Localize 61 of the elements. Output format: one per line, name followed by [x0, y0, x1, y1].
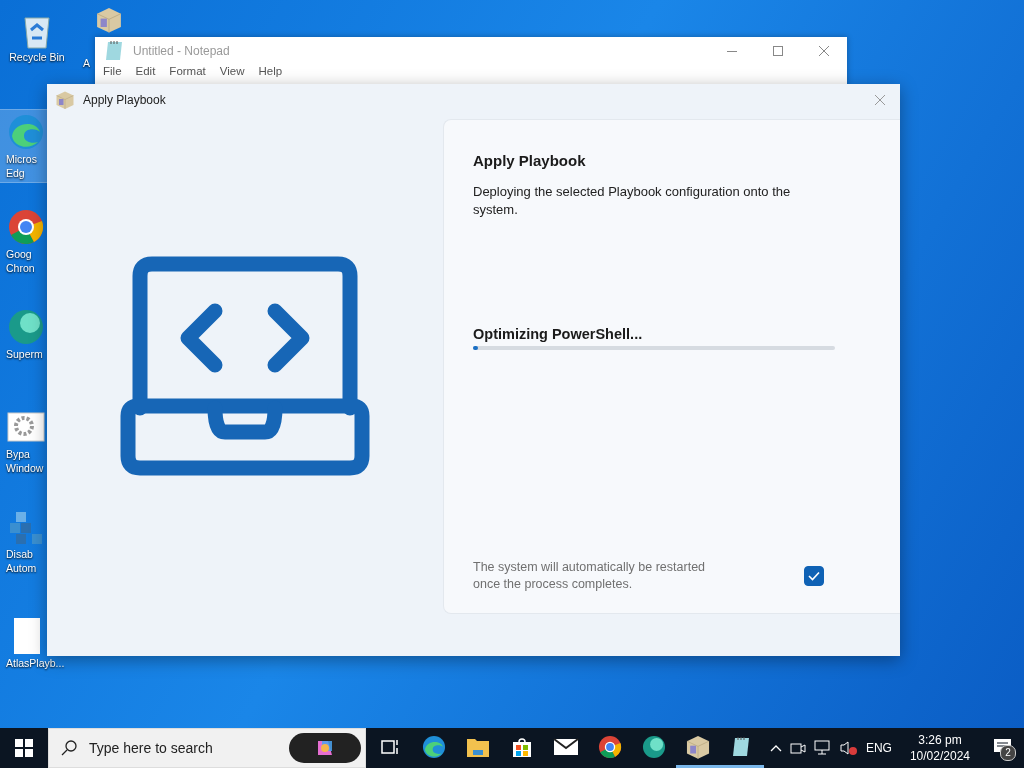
orb-icon [641, 733, 667, 760]
cube-icon [55, 90, 75, 110]
desktop-icon[interactable]: AtlasPlayb... [0, 614, 74, 672]
network-icon[interactable] [813, 740, 832, 756]
desktop-icon[interactable]: Bypa Window [0, 405, 74, 477]
close-icon [819, 46, 829, 56]
time-text: 3:26 pm [918, 732, 962, 748]
menu-item[interactable]: Edit [135, 65, 156, 77]
heading: Apply Playbook [473, 152, 587, 169]
maximize-icon [773, 46, 783, 56]
checkmark-icon [808, 571, 820, 581]
status-text: Optimizing PowerShell... [473, 326, 644, 342]
minimize-icon [727, 50, 737, 52]
menu-item[interactable]: View [219, 65, 245, 77]
copilot-button[interactable] [289, 733, 361, 763]
desktop-icon[interactable]: Recycle Bin [0, 8, 74, 66]
clock[interactable]: 3:26 pm 10/02/2024 [909, 732, 970, 764]
menu-item[interactable]: File [103, 65, 122, 77]
cube-icon [685, 733, 711, 760]
desktop-icon-label: AtlasPlayb... [6, 656, 65, 670]
chrome-icon [6, 207, 46, 247]
chrome-icon [597, 733, 623, 760]
desktop-icon-label: Bypa [6, 447, 30, 461]
desktop-icon[interactable]: Goog Chron [0, 205, 74, 277]
search-bar[interactable]: Type here to search [48, 728, 366, 768]
search-icon [61, 740, 77, 756]
mail-icon [553, 736, 579, 757]
desktop-icon-label: A [83, 56, 90, 70]
desktop-icon-label: Goog [6, 247, 32, 261]
language-indicator[interactable]: ENG [865, 741, 892, 755]
cube-icon [95, 6, 123, 34]
description: Deploying the selected Playbook configuration onto the system. [473, 183, 792, 219]
windows-logo-icon [15, 739, 33, 757]
chevron-up-icon[interactable] [769, 744, 782, 752]
edge-icon [421, 733, 447, 760]
orb-icon [6, 307, 46, 347]
desktop-icon-label: Edg [6, 166, 25, 180]
close-icon [875, 95, 885, 105]
notification-count: 2 [1000, 745, 1016, 761]
window-title: Untitled - Notepad [133, 44, 230, 58]
speaker-muted-icon[interactable] [839, 740, 858, 756]
store-icon [511, 735, 533, 758]
desktop-icon-label: Micros [6, 152, 37, 166]
desktop-icon[interactable]: Superm [0, 305, 74, 363]
restart-checkbox[interactable] [804, 566, 824, 586]
desktop-icon-label: Autom [6, 561, 37, 575]
desktop-icon-label: Chron [6, 261, 35, 275]
window-title: Apply Playbook [83, 93, 166, 107]
desktop-icon-label: Recycle Bin [9, 50, 65, 64]
date-text: 10/02/2024 [909, 748, 970, 764]
desktop-icon[interactable]: Disab Autom [0, 505, 74, 577]
desktop-icon-label: Disab [6, 547, 33, 561]
edge-icon [6, 112, 46, 152]
menu-item[interactable]: Help [258, 65, 283, 77]
notification-button[interactable]: 2 [988, 728, 1018, 768]
search-field[interactable]: Type here to search [87, 739, 271, 757]
desktop-icon-label: Window [6, 461, 44, 475]
menu-item[interactable]: Format [169, 65, 206, 77]
desktop-icon-label: Superm [6, 347, 43, 361]
restart-note: The system will automatically be restarted once the process completes. [473, 559, 707, 593]
camera-icon[interactable] [789, 741, 806, 755]
